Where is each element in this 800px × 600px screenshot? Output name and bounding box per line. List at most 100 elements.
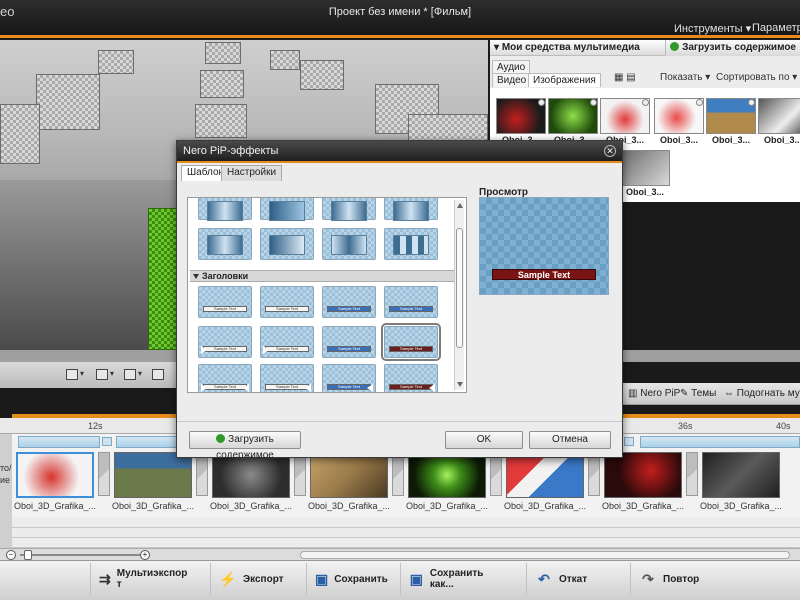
template-tile[interactable]: Sample Text <box>322 286 376 318</box>
load-content-button[interactable]: Загрузить содержимое <box>665 40 800 56</box>
template-tile[interactable]: Sample Text <box>260 326 314 358</box>
sort-dropdown[interactable]: Сортировать по ▾ <box>716 72 797 83</box>
scrollbar-thumb[interactable] <box>456 228 463 348</box>
timeline-clip[interactable]: Oboi_3D_Grafika_... <box>502 450 598 528</box>
tab-images[interactable]: Изображения <box>528 73 601 87</box>
template-tile[interactable]: Sample Text <box>198 286 252 318</box>
dropdown-arrow-icon[interactable]: ▾ <box>110 369 114 378</box>
grid-icon[interactable] <box>124 369 136 380</box>
fullscreen-icon[interactable] <box>96 369 108 380</box>
template-grid: Заголовки Sample Text Sample Text Sample… <box>187 197 467 393</box>
multiexport-button[interactable]: ⇉ Мультиэкспор т <box>90 563 190 595</box>
dialog-load-content-button[interactable]: Загрузить содержимое <box>189 431 301 461</box>
template-tile[interactable]: Sample Text <box>260 364 314 392</box>
transition-slot[interactable] <box>196 452 208 496</box>
menu-params[interactable]: Параметры <box>752 22 800 34</box>
template-tile[interactable]: Sample Text <box>198 326 252 358</box>
preview-cube <box>300 60 344 90</box>
transition-slot[interactable] <box>588 452 600 496</box>
media-thumbnail[interactable]: Oboi_3... <box>548 98 598 146</box>
dialog-title: Nero PiP-эффекты <box>177 141 622 161</box>
timeline-clip[interactable]: Oboi_3D_Grafika_... <box>306 450 402 528</box>
template-tile[interactable]: Sample Text <box>384 286 438 318</box>
media-thumbnail[interactable]: Oboi_3... <box>758 98 800 146</box>
transition-chip[interactable] <box>624 437 634 446</box>
fit-music-button[interactable]: ⇔ Подогнать музы <box>724 388 800 399</box>
timeline-scrollbar[interactable] <box>300 551 790 559</box>
zoom-slider-track[interactable] <box>20 554 140 556</box>
dropdown-arrow-icon[interactable]: ▾ <box>80 369 84 378</box>
cancel-button[interactable]: Отмена <box>529 431 611 449</box>
redo-button[interactable]: ↷ Повтор <box>630 563 716 595</box>
template-tile[interactable] <box>260 198 314 221</box>
audio-tracks[interactable] <box>12 518 800 548</box>
pip-strip[interactable] <box>18 436 100 448</box>
transition-slot[interactable] <box>98 452 110 496</box>
transition-chip[interactable] <box>102 437 112 446</box>
media-thumbnail[interactable]: Oboi_3... <box>600 98 650 146</box>
remove-icon[interactable] <box>696 99 703 106</box>
template-tile[interactable]: Sample Text <box>384 364 438 392</box>
tab-audio[interactable]: Аудио <box>492 60 531 74</box>
template-tile[interactable] <box>322 198 376 221</box>
template-tile[interactable]: Sample Text <box>322 326 376 358</box>
save-button[interactable]: ▣ Сохранить <box>306 563 394 595</box>
tile-text-bar: Sample Text <box>327 306 371 312</box>
timeline-clip[interactable]: Oboi_3D_Grafika_... <box>110 450 206 528</box>
ok-button[interactable]: OK <box>445 431 523 449</box>
template-tile[interactable] <box>260 228 314 260</box>
media-thumbnail[interactable]: Oboi_3... <box>620 150 670 198</box>
scroll-down-icon[interactable] <box>457 382 463 387</box>
close-icon[interactable]: ✕ <box>604 145 616 157</box>
remove-icon[interactable] <box>642 99 649 106</box>
scroll-up-icon[interactable] <box>457 203 463 208</box>
timeline-clip[interactable]: Oboi_3D_Grafika_... <box>600 450 696 528</box>
template-tile[interactable] <box>322 228 376 260</box>
media-thumbnail[interactable]: Oboi_3... <box>654 98 704 146</box>
media-thumbnail[interactable]: Oboi_3... <box>496 98 546 146</box>
save-as-button[interactable]: ▣ Сохранить как... <box>400 563 504 595</box>
template-tile[interactable] <box>198 228 252 260</box>
thumbnail-image <box>758 98 800 134</box>
zoom-slider-handle[interactable] <box>24 550 32 560</box>
export-button[interactable]: ⚡ Экспорт <box>210 563 300 595</box>
timeline-clip[interactable]: Oboi_3D_Grafika_... <box>12 450 108 528</box>
undo-button[interactable]: ↶ Откат <box>526 563 606 595</box>
remove-icon[interactable] <box>748 99 755 106</box>
template-tile[interactable] <box>198 198 252 221</box>
remove-icon[interactable] <box>538 99 545 106</box>
zoom-in-icon[interactable]: + <box>140 550 150 560</box>
template-tile-selected[interactable]: Sample Text <box>381 323 441 361</box>
tile-graphic <box>393 235 429 255</box>
media-thumbnail[interactable]: Oboi_3... <box>706 98 756 146</box>
media-panel-header: ▾ Мои средства мультимедиа Загрузить сод… <box>490 40 800 56</box>
timeline-clip[interactable]: Oboi_3D_Grafika_... <box>698 450 794 528</box>
template-tile[interactable]: Sample Text <box>260 286 314 318</box>
nero-pip-button[interactable]: ▥ Nero PiP <box>628 388 680 399</box>
tile-text-bar: Sample Text <box>265 306 309 312</box>
zoom-out-icon[interactable]: − <box>6 550 16 560</box>
view-grid-icon[interactable]: ▦ ▤ <box>614 72 636 83</box>
menu-tools[interactable]: Инструменты ▾ <box>674 22 751 35</box>
template-tile[interactable] <box>384 228 438 260</box>
themes-button[interactable]: ✎ Темы <box>680 388 716 399</box>
pip-strip[interactable] <box>640 436 800 448</box>
transition-slot[interactable] <box>686 452 698 496</box>
monitor-icon[interactable] <box>66 369 78 380</box>
remove-icon[interactable] <box>590 99 597 106</box>
transition-slot[interactable] <box>392 452 404 496</box>
timeline-clip[interactable]: Oboi_3D_Grafika_... <box>404 450 500 528</box>
category-header[interactable]: Заголовки <box>190 270 454 282</box>
dropdown-arrow-icon[interactable]: ▾ <box>138 369 142 378</box>
transition-slot[interactable] <box>490 452 502 496</box>
template-tile[interactable]: Sample Text <box>322 364 376 392</box>
transition-slot[interactable] <box>294 452 306 496</box>
tab-video[interactable]: Видео <box>492 73 532 87</box>
template-grid-scrollbar[interactable] <box>454 200 464 390</box>
template-tile[interactable] <box>384 198 438 221</box>
template-tile[interactable]: Sample Text <box>198 364 252 392</box>
collapse-arrow-icon[interactable]: ▾ <box>494 42 502 53</box>
show-dropdown[interactable]: Показать ▾ <box>660 72 710 83</box>
camera-icon[interactable] <box>152 369 164 380</box>
tab-settings[interactable]: Настройки <box>221 165 283 181</box>
